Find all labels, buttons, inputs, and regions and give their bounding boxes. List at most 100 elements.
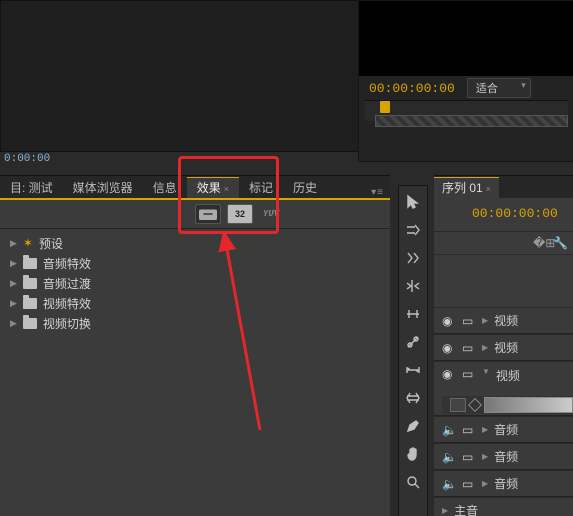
tree-item-audio-trans[interactable]: ▶ 音频过渡	[0, 273, 390, 293]
track-label: 音频	[494, 421, 518, 438]
program-timecode[interactable]: 00:00:00:00	[369, 81, 455, 96]
keyframe-icon[interactable]	[468, 397, 482, 411]
rolling-edit-tool-icon[interactable]	[403, 276, 423, 296]
eye-icon[interactable]: ◉	[442, 367, 456, 381]
speaker-icon[interactable]: 🔈	[442, 450, 456, 464]
sequence-tabstrip: 序列 01×	[434, 176, 573, 198]
effects-panel: 目: 测试 媒体浏览器 信息 效果× 标记 历史 ▾≡ 32 YUV ▶ ✶ 预设 …	[0, 175, 390, 516]
monitor-time-ruler[interactable]	[365, 100, 568, 121]
tab-info[interactable]: 信息	[143, 177, 187, 198]
speaker-icon[interactable]: 🔈	[442, 423, 456, 437]
accelerated-fx-filter-button[interactable]	[195, 204, 221, 224]
razor-tool-icon[interactable]	[403, 332, 423, 352]
tab-history[interactable]: 历史	[283, 177, 327, 198]
panel-menu-icon[interactable]: ▾≡	[365, 187, 390, 198]
set-display-style-icon[interactable]	[450, 398, 466, 412]
twirl-icon: ▶	[10, 258, 17, 269]
folder-icon	[23, 278, 37, 289]
track-label: 主音	[454, 502, 478, 516]
audio-track-3[interactable]: 🔈 ▭ ▶ 音频	[434, 470, 573, 497]
film-icon: ▭	[462, 423, 476, 437]
track-label: 音频	[494, 475, 518, 492]
close-icon[interactable]: ×	[224, 184, 229, 194]
film-icon: ▭	[462, 450, 476, 464]
tree-label: 预设	[39, 235, 63, 252]
hand-tool-icon[interactable]	[403, 444, 423, 464]
tab-media-browser[interactable]: 媒体浏览器	[63, 177, 143, 198]
video-track-1[interactable]: ◉ ▭ ▼ 视频	[434, 361, 573, 416]
twirl-icon[interactable]: ▶	[482, 425, 488, 434]
twirl-icon: ▶	[10, 318, 17, 329]
tab-effects[interactable]: 效果×	[187, 177, 239, 198]
opacity-handle[interactable]	[484, 397, 573, 413]
monitor-viewport	[359, 1, 573, 76]
film-icon: ▭	[462, 367, 476, 381]
tree-label: 视频切换	[43, 315, 91, 332]
tab-markers[interactable]: 标记	[239, 177, 283, 198]
speaker-icon[interactable]: 🔈	[442, 477, 456, 491]
twirl-icon[interactable]: ▶	[482, 343, 488, 352]
folder-icon	[23, 298, 37, 309]
twirl-icon: ▶	[10, 278, 17, 289]
twirl-icon[interactable]: ▶	[482, 479, 488, 488]
twirl-icon: ▶	[10, 298, 17, 309]
audio-track-1[interactable]: 🔈 ▭ ▶ 音频	[434, 416, 573, 443]
folder-icon	[23, 318, 37, 329]
yuv-filter-button[interactable]: YUV	[259, 205, 283, 223]
close-icon[interactable]: ×	[486, 184, 491, 194]
pen-tool-icon[interactable]	[403, 416, 423, 436]
track-label: 音频	[494, 448, 518, 465]
track-label: 视频	[496, 367, 520, 384]
audio-track-2[interactable]: 🔈 ▭ ▶ 音频	[434, 443, 573, 470]
tree-label: 视频特效	[43, 295, 91, 312]
source-timecode: 0:00:00	[4, 153, 50, 165]
sequence-panel: 序列 01× 00:00:00:00 �⊞ 🔧 ◉ ▭ ▶ 视频 ◉ ▭ ▶ 视…	[434, 175, 573, 516]
sequence-tab-label: 序列 01	[442, 181, 483, 195]
zoom-tool-icon[interactable]	[403, 472, 423, 492]
tree-label: 音频过渡	[43, 275, 91, 292]
panel-tabstrip: 目: 测试 媒体浏览器 信息 效果× 标记 历史 ▾≡	[0, 176, 390, 198]
source-monitor-area: 0:00:00	[0, 0, 360, 152]
32bit-filter-button[interactable]: 32	[227, 204, 253, 224]
tree-item-video-trans[interactable]: ▶ 视频切换	[0, 313, 390, 333]
film-icon: ▭	[462, 341, 476, 355]
rate-stretch-tool-icon[interactable]	[403, 304, 423, 324]
film-icon: ▭	[462, 314, 476, 328]
slide-tool-icon[interactable]	[403, 388, 423, 408]
tools-panel	[398, 185, 428, 516]
tab-project[interactable]: 目: 测试	[0, 177, 63, 198]
track-label: 视频	[494, 339, 518, 356]
track-select-tool-icon[interactable]	[403, 220, 423, 240]
twirl-icon[interactable]: ▶	[442, 506, 448, 515]
twirl-icon[interactable]: ▶	[482, 316, 488, 325]
twirl-icon[interactable]: ▼	[482, 367, 490, 376]
eye-icon[interactable]: ◉	[442, 341, 456, 355]
track-headers: ◉ ▭ ▶ 视频 ◉ ▭ ▶ 视频 ◉ ▭ ▼ 视频 🔈 ▭ ▶ 音频	[434, 307, 573, 516]
snap-icon[interactable]: �⊞	[533, 236, 547, 250]
video-track-2[interactable]: ◉ ▭ ▶ 视频	[434, 334, 573, 361]
selection-tool-icon[interactable]	[403, 192, 423, 212]
twirl-icon: ▶	[10, 238, 17, 249]
wrench-icon[interactable]: 🔧	[553, 236, 567, 250]
slip-tool-icon[interactable]	[403, 360, 423, 380]
sequence-options: �⊞ 🔧	[434, 231, 573, 255]
sequence-tab[interactable]: 序列 01×	[434, 177, 499, 198]
master-audio-track[interactable]: ▶ 主音	[434, 497, 573, 516]
film-icon: ▭	[462, 477, 476, 491]
zoom-fit-dropdown[interactable]: 适合	[467, 78, 531, 98]
tree-item-video-fx[interactable]: ▶ 视频特效	[0, 293, 390, 313]
twirl-icon[interactable]: ▶	[482, 452, 488, 461]
presets-star-icon: ✶	[23, 236, 33, 250]
tree-item-audio-fx[interactable]: ▶音频特效	[0, 253, 390, 273]
folder-icon	[23, 258, 37, 269]
eye-icon[interactable]: ◉	[442, 314, 456, 328]
tree-item-presets[interactable]: ▶ ✶ 预设	[0, 233, 390, 253]
ripple-edit-tool-icon[interactable]	[403, 248, 423, 268]
sequence-timecode[interactable]: 00:00:00:00	[472, 206, 573, 221]
video-track-3[interactable]: ◉ ▭ ▶ 视频	[434, 307, 573, 334]
track-label: 视频	[494, 312, 518, 329]
track-controls-row	[442, 396, 573, 414]
effects-tree: ▶ ✶ 预设 ▶音频特效 ▶ 音频过渡 ▶ 视频特效 ▶ 视频切换	[0, 229, 390, 337]
tab-effects-label: 效果	[197, 181, 221, 195]
effects-filter-bar: 32 YUV	[0, 198, 390, 229]
